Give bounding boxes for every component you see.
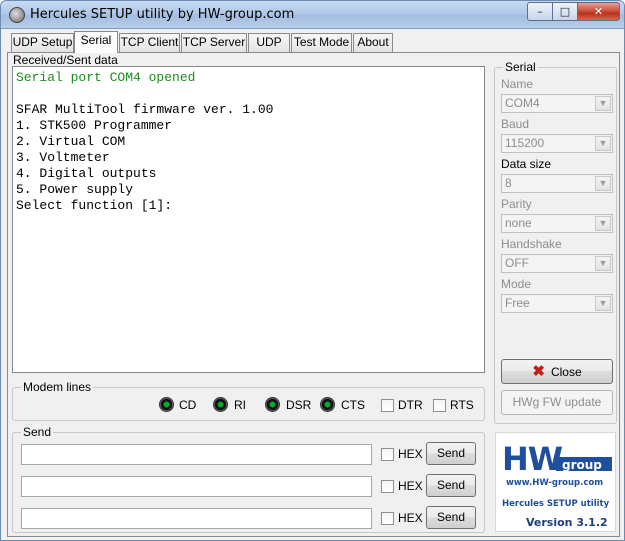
close-port-button[interactable]: ✖ Close	[501, 359, 613, 384]
ri-led-icon	[213, 397, 228, 412]
tab-about[interactable]: About	[353, 33, 393, 52]
chevron-down-icon: ▼	[595, 256, 611, 271]
close-x-icon: ✖	[532, 363, 545, 380]
hw-group-logo-graphic: HW group www.HW-group.com Hercules SETUP…	[502, 440, 612, 529]
minimize-button[interactable]: –	[527, 2, 553, 21]
tab-udp[interactable]: UDP	[248, 33, 290, 52]
parity-value: none	[505, 216, 532, 230]
handshake-select[interactable]: OFF ▼	[501, 254, 613, 273]
console-line: 4. Digital outputs	[16, 166, 157, 181]
chevron-down-icon: ▼	[595, 216, 611, 231]
maximize-button[interactable]: □	[552, 2, 578, 21]
ri-label: RI	[234, 398, 246, 412]
baud-select[interactable]: 115200 ▼	[501, 134, 613, 153]
tab-serial[interactable]: Serial	[74, 31, 118, 53]
app-window: Hercules SETUP utility by HW-group.com –…	[0, 0, 625, 541]
cd-led-icon	[159, 397, 174, 412]
hex-label-2: HEX	[398, 479, 423, 493]
console-line: SFAR MultiTool firmware ver. 1.00	[16, 102, 274, 117]
send-button-1[interactable]: Send	[426, 442, 476, 465]
received-console[interactable]: Serial port COM4 opened SFAR MultiTool fi…	[12, 66, 485, 373]
hex-checkbox-2[interactable]	[381, 480, 394, 493]
mode-label: Mode	[501, 277, 532, 291]
chevron-down-icon: ▼	[595, 296, 611, 311]
data-size-select[interactable]: 8 ▼	[501, 174, 613, 193]
send-label: Send	[21, 425, 54, 439]
hwg-fw-update-button[interactable]: HWg FW update	[501, 390, 613, 415]
serial-group-label: Serial	[503, 60, 538, 74]
console-line: 1. STK500 Programmer	[16, 118, 173, 133]
port-name-select[interactable]: COM4 ▼	[501, 94, 613, 113]
console-line: 3. Voltmeter	[16, 150, 110, 165]
dsr-label: DSR	[286, 398, 312, 412]
modem-lines-label: Modem lines	[21, 380, 94, 394]
handshake-label: Handshake	[501, 237, 562, 251]
console-line: Serial port COM4 opened	[16, 70, 196, 85]
console-line: Select function [1]:	[16, 198, 173, 213]
console-line: 5. Power supply	[16, 182, 134, 197]
cts-label: CTS	[341, 398, 365, 412]
console-line: 2. Virtual COM	[16, 134, 126, 149]
window-title: Hercules SETUP utility by HW-group.com	[30, 7, 295, 22]
logo-hw-text: HW	[502, 440, 563, 478]
parity-label: Parity	[501, 197, 532, 211]
close-window-button[interactable]: ✕	[577, 2, 620, 21]
mode-value: Free	[505, 296, 530, 310]
tab-udp-setup[interactable]: UDP Setup	[11, 33, 74, 52]
cd-label: CD	[179, 398, 197, 412]
chevron-down-icon: ▼	[595, 96, 611, 111]
hex-label-3: HEX	[398, 511, 423, 525]
dsr-led-icon	[265, 397, 280, 412]
app-icon	[9, 7, 25, 23]
send-input-2[interactable]	[21, 476, 372, 497]
tab-tcp-client[interactable]: TCP Client	[119, 33, 180, 52]
chevron-down-icon: ▼	[595, 176, 611, 191]
data-size-value: 8	[505, 176, 512, 190]
send-button-2[interactable]: Send	[426, 474, 476, 497]
baud-label: Baud	[501, 117, 530, 131]
send-input-1[interactable]	[21, 444, 372, 465]
handshake-value: OFF	[505, 256, 529, 270]
dtr-checkbox[interactable]	[381, 399, 394, 412]
title-bar: Hercules SETUP utility by HW-group.com –…	[1, 1, 624, 29]
port-name-value: COM4	[505, 96, 540, 110]
data-size-label: Data size	[501, 157, 552, 171]
version-text: Version 3.1.2	[526, 516, 608, 529]
rts-label: RTS	[450, 398, 474, 412]
mode-select[interactable]: Free ▼	[501, 294, 613, 313]
logo-url-text: www.HW-group.com	[506, 478, 603, 488]
hex-checkbox-1[interactable]	[381, 448, 394, 461]
hw-group-logo: HW group www.HW-group.com Hercules SETUP…	[495, 432, 616, 532]
send-button-3[interactable]: Send	[426, 506, 476, 529]
logo-group-text: group	[562, 458, 602, 472]
chevron-down-icon: ▼	[595, 136, 611, 151]
received-label: Received/Sent data	[13, 53, 118, 67]
dtr-label: DTR	[398, 398, 423, 412]
cts-led-icon	[320, 397, 335, 412]
close-port-label: Close	[550, 365, 582, 379]
baud-value: 115200	[505, 136, 545, 150]
rts-checkbox[interactable]	[433, 399, 446, 412]
name-label: Name	[501, 77, 534, 91]
tab-tcp-server[interactable]: TCP Server	[181, 33, 247, 52]
tab-test-mode[interactable]: Test Mode	[291, 33, 352, 52]
parity-select[interactable]: none ▼	[501, 214, 613, 233]
hex-checkbox-3[interactable]	[381, 512, 394, 525]
send-input-3[interactable]	[21, 508, 372, 529]
hex-label-1: HEX	[398, 447, 423, 461]
product-name-text: Hercules SETUP utility	[502, 499, 610, 509]
